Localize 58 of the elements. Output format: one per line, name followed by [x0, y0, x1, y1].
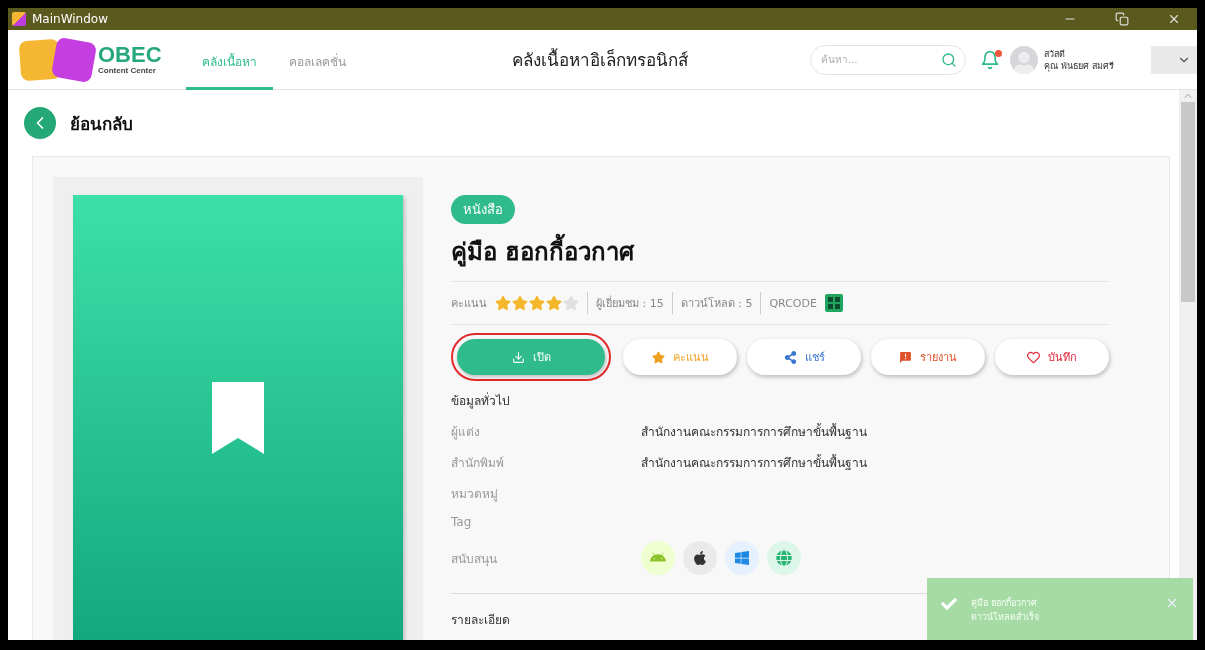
close-icon[interactable] — [1165, 596, 1179, 610]
app-icon — [12, 12, 26, 26]
toast-message: ดาวน์โหลดสำเร็จ — [971, 610, 1040, 624]
android-icon — [641, 541, 675, 575]
item-title: คู่มือ ฮอกกี้อวกาศ — [451, 232, 1109, 282]
section-heading: ข้อมูลทั่วไป — [451, 391, 510, 410]
download-icon — [511, 350, 525, 364]
qrcode-label: QRCODE — [769, 296, 817, 310]
rate-button[interactable]: คะแนน — [623, 339, 737, 375]
scrollbar[interactable] — [1179, 90, 1197, 640]
heart-icon — [1027, 350, 1040, 364]
apple-icon — [683, 541, 717, 575]
close-icon — [1167, 12, 1181, 26]
star-icon — [546, 295, 562, 311]
qrcode-icon[interactable] — [824, 294, 843, 312]
info-label: สำนักพิมพ์ — [451, 455, 505, 472]
type-badge: หนังสือ — [451, 195, 515, 224]
star-icon — [512, 295, 528, 311]
info-value: สำนักงานคณะกรรมการการศึกษาขั้นพื้นฐาน — [641, 422, 868, 441]
greeting: สวัสดี — [1044, 47, 1066, 60]
rating-label: คะแนน — [451, 296, 487, 312]
logo-subtitle: Content Center — [98, 66, 157, 75]
star-icon — [651, 350, 665, 364]
dropdown-button[interactable] — [1151, 45, 1197, 74]
toast-title: คู่มือ ฮอกกี้อวกาศ — [971, 596, 1038, 610]
globe-icon — [767, 541, 801, 575]
download-count: ดาวน์โหลด : 5 — [680, 296, 753, 312]
windows-icon — [725, 541, 759, 575]
page-title: คลังเนื้อหาอิเล็กทรอนิกส์ — [512, 47, 689, 72]
nav-tab[interactable]: คอลเลคชั่น — [273, 29, 362, 90]
star-icon — [563, 295, 579, 311]
bookmark-icon — [212, 381, 264, 454]
info-label: ผู้แต่ง — [451, 424, 481, 441]
logo-title: OBEC — [98, 44, 162, 66]
info-value: สำนักงานคณะกรรมการการศึกษาขั้นพื้นฐาน — [641, 453, 868, 472]
nav-tab[interactable]: คลังเนื้อหา — [186, 29, 273, 90]
window-title: MainWindow — [32, 12, 109, 26]
search-field[interactable]: ค้นหา... — [810, 44, 966, 75]
restore-icon — [1115, 12, 1129, 26]
flag-icon — [899, 350, 912, 364]
info-label: สนับสนุน — [451, 550, 498, 568]
report-button[interactable]: รายงาน — [871, 339, 985, 375]
save-button[interactable]: บันทึก — [995, 339, 1109, 375]
avatar — [1010, 45, 1038, 74]
view-count: ผู้เยี่ยมชม : 15 — [596, 294, 664, 312]
info-label: Tag — [451, 515, 473, 529]
back-label: ย้อนกลับ — [70, 112, 133, 136]
check-icon — [941, 596, 957, 612]
section-heading: รายละเอียด — [451, 612, 510, 629]
star-icon — [495, 295, 511, 311]
back-button[interactable] — [24, 107, 56, 139]
share-button[interactable]: แชร์ — [747, 339, 861, 375]
info-label: หมวดหมู่ — [451, 486, 499, 503]
search-icon[interactable] — [941, 51, 957, 68]
user-name: คุณ พันธยศ สมศรี — [1044, 59, 1114, 72]
star-icon — [529, 295, 545, 311]
notification-button[interactable] — [980, 49, 1000, 70]
share-icon — [783, 350, 797, 364]
